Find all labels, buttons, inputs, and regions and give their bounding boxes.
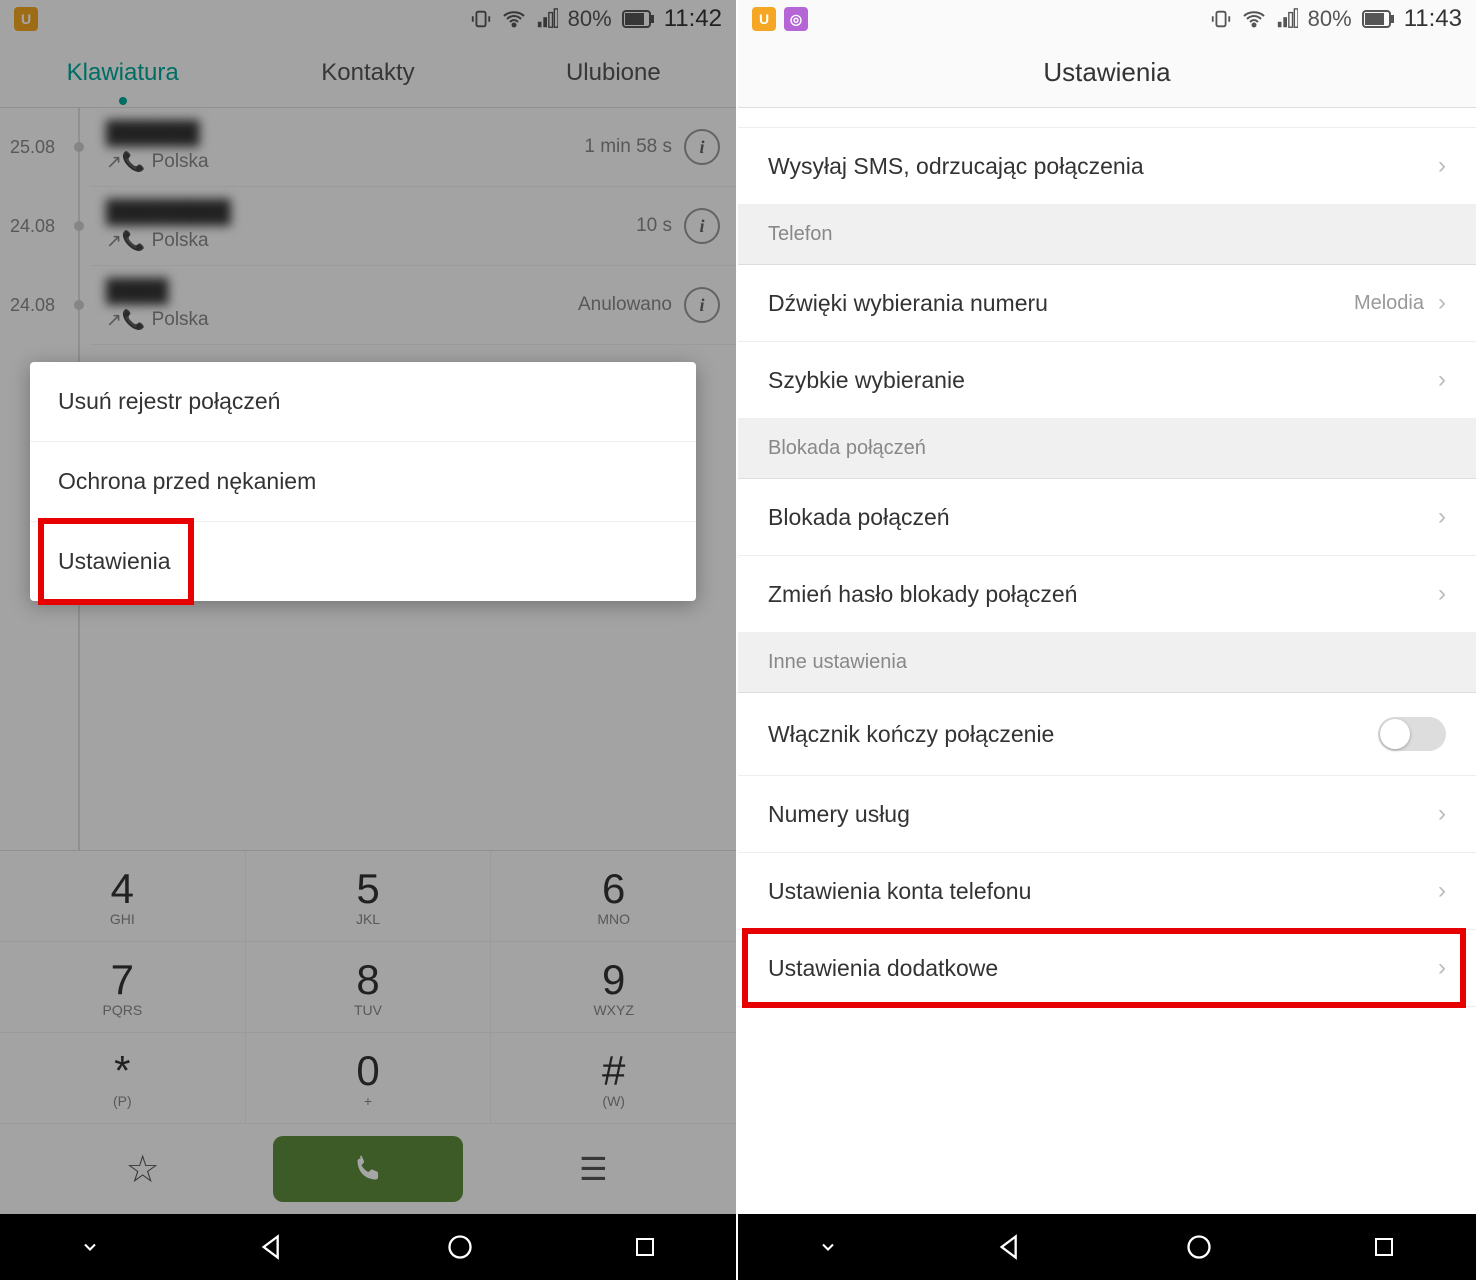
status-time: 11:43 [1404, 5, 1462, 33]
nav-home-icon[interactable] [1185, 1233, 1213, 1261]
section-header-other: Inne ustawienia [738, 633, 1476, 693]
favorite-button[interactable]: ☆ [30, 1147, 255, 1192]
settings-list[interactable]: Wysyłaj SMS, odrzucając połączenia › Tel… [738, 108, 1476, 1214]
info-icon[interactable]: i [684, 129, 720, 165]
app-icon: U [14, 7, 38, 31]
nav-expand-icon[interactable] [80, 1237, 100, 1257]
outgoing-icon: ↗📞 [106, 150, 146, 174]
dial-key-8[interactable]: 8TUV [246, 942, 492, 1032]
dial-key-hash[interactable]: #(W) [491, 1033, 736, 1123]
setting-additional[interactable]: Ustawienia dodatkowe › [738, 930, 1476, 1007]
nav-recent-icon[interactable] [633, 1235, 657, 1259]
popup-delete-log[interactable]: Usuń rejestr połączeń [30, 362, 696, 442]
section-header-block: Blokada połączeń [738, 419, 1476, 479]
caller-name: ██████ [106, 120, 584, 146]
outgoing-icon: ↗📞 [106, 308, 146, 332]
setting-change-block-password[interactable]: Zmień hasło blokady połączeń › [738, 556, 1476, 633]
chevron-right-icon: › [1438, 289, 1446, 317]
setting-call-blocking[interactable]: Blokada połączeń › [738, 479, 1476, 556]
nav-bar [738, 1214, 1476, 1280]
setting-speed-dial[interactable]: Szybkie wybieranie › [738, 342, 1476, 419]
setting-power-ends-call[interactable]: Włącznik kończy połączenie [738, 693, 1476, 776]
app-icon: U [752, 7, 776, 31]
nav-recent-icon[interactable] [1372, 1235, 1396, 1259]
caller-name: ████████ [106, 199, 636, 225]
page-title: Ustawienia [1043, 57, 1170, 88]
outgoing-icon: ↗📞 [106, 229, 146, 253]
battery-percent: 80% [1308, 6, 1352, 32]
tab-contacts[interactable]: Kontakty [245, 59, 490, 87]
dial-key-7[interactable]: 7PQRS [0, 942, 246, 1032]
call-duration: 1 min 58 s [584, 136, 672, 158]
caller-name: ████ [106, 278, 578, 304]
toggle-switch[interactable] [1378, 717, 1446, 751]
setting-phone-account[interactable]: Ustawienia konta telefonu › [738, 853, 1476, 930]
dial-key-4[interactable]: 4GHI [0, 851, 246, 941]
status-bar: U ◎ 80% 11:43 [738, 0, 1476, 38]
app-icon-2: ◎ [784, 7, 808, 31]
call-log-row[interactable]: 24.08 ████████ ↗📞Polska 10 s i [90, 187, 736, 266]
call-date: 25.08 [10, 137, 55, 158]
info-icon[interactable]: i [684, 208, 720, 244]
menu-button[interactable]: ☰ [481, 1150, 706, 1188]
chevron-right-icon: › [1438, 366, 1446, 394]
vibrate-icon [1210, 8, 1232, 30]
nav-bar [0, 1214, 736, 1280]
chevron-right-icon: › [1438, 152, 1446, 180]
dialpad: 4GHI 5JKL 6MNO 7PQRS 8TUV 9WXYZ *(P) 0+ … [0, 850, 736, 1214]
call-date: 24.08 [10, 295, 55, 316]
chevron-right-icon: › [1438, 877, 1446, 905]
dial-key-0[interactable]: 0+ [246, 1033, 492, 1123]
nav-home-icon[interactable] [446, 1233, 474, 1261]
call-duration: 10 s [636, 215, 672, 237]
tab-favorites[interactable]: Ulubione [491, 59, 736, 87]
dial-key-6[interactable]: 6MNO [491, 851, 736, 941]
signal-icon [1276, 8, 1298, 30]
nav-back-icon[interactable] [997, 1233, 1025, 1261]
tab-keypad[interactable]: Klawiatura [0, 59, 245, 87]
status-bar: U 80% 11:42 [0, 0, 736, 38]
chevron-right-icon: › [1438, 954, 1446, 982]
battery-percent: 80% [568, 6, 612, 32]
chevron-right-icon: › [1438, 800, 1446, 828]
dial-key-9[interactable]: 9WXYZ [491, 942, 736, 1032]
dial-key-5[interactable]: 5JKL [246, 851, 492, 941]
vibrate-icon [470, 8, 492, 30]
cut-off-text [738, 108, 1476, 128]
signal-icon [536, 8, 558, 30]
setting-service-numbers[interactable]: Numery usług › [738, 776, 1476, 853]
chevron-right-icon: › [1438, 580, 1446, 608]
battery-icon [1362, 10, 1394, 28]
popup-settings[interactable]: Ustawienia [30, 522, 696, 601]
call-date: 24.08 [10, 216, 55, 237]
setting-sms-reject[interactable]: Wysyłaj SMS, odrzucając połączenia › [738, 128, 1476, 205]
chevron-right-icon: › [1438, 503, 1446, 531]
nav-expand-icon[interactable] [818, 1237, 838, 1257]
wifi-icon [502, 7, 526, 31]
dial-key-star[interactable]: *(P) [0, 1033, 246, 1123]
battery-icon [622, 10, 654, 28]
info-icon[interactable]: i [684, 287, 720, 323]
popup-menu: Usuń rejestr połączeń Ochrona przed nęka… [30, 362, 696, 601]
call-log-row[interactable]: 25.08 ██████ ↗📞Polska 1 min 58 s i [90, 108, 736, 187]
status-time: 11:42 [664, 5, 722, 33]
setting-dial-sounds[interactable]: Dźwięki wybierania numeru Melodia › [738, 265, 1476, 342]
tabs: Klawiatura Kontakty Ulubione [0, 38, 736, 108]
call-duration: Anulowano [578, 294, 672, 316]
setting-value: Melodia [1354, 292, 1424, 315]
popup-harassment-protection[interactable]: Ochrona przed nękaniem [30, 442, 696, 522]
section-header-phone: Telefon [738, 205, 1476, 265]
nav-back-icon[interactable] [259, 1233, 287, 1261]
title-bar: Ustawienia [738, 38, 1476, 108]
wifi-icon [1242, 7, 1266, 31]
call-log-row[interactable]: 24.08 ████ ↗📞Polska Anulowano i [90, 266, 736, 345]
call-button[interactable] [255, 1136, 480, 1202]
